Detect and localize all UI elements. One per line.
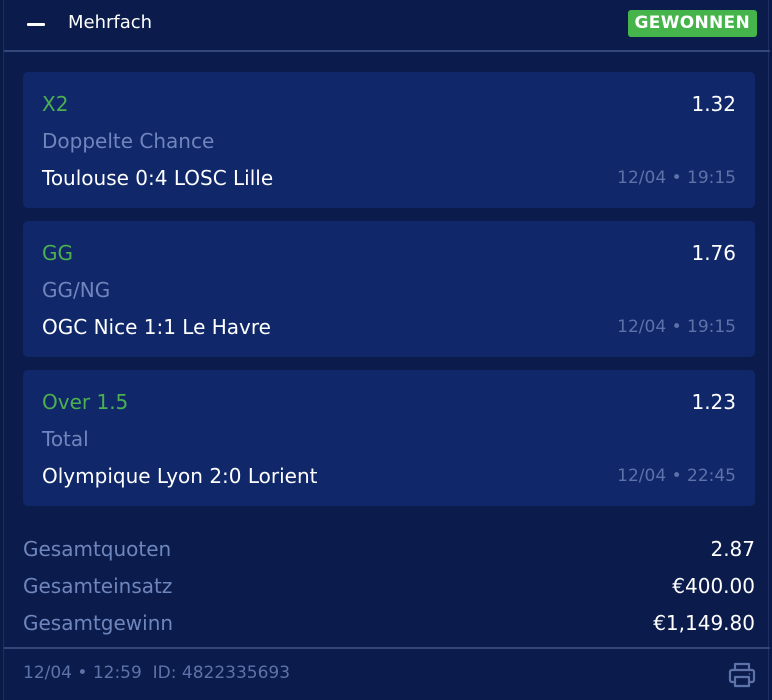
bet-odds: 1.76 [691,241,736,265]
bet-card: X2 1.32 Doppelte Chance Toulouse 0:4 LOS… [23,72,755,208]
total-stake-value: €400.00 [672,574,755,598]
total-stake-label: Gesamteinsatz [23,574,173,598]
status-badge: GEWONNEN [627,10,757,37]
printer-icon[interactable] [727,661,757,689]
bet-type-title: Mehrfach [68,12,153,33]
bet-time: 12/04 • 19:15 [617,317,736,337]
bet-meta: 12/04 • 12:59 ID: 4822335693 [23,662,290,684]
total-win-row: Gesamtgewinn €1,149.80 [4,605,770,642]
bet-selection: Over 1.5 [42,390,129,414]
bet-time: 12/04 • 19:15 [617,168,736,188]
bet-datetime: 12/04 • 12:59 [23,663,142,683]
bet-list: X2 1.32 Doppelte Chance Toulouse 0:4 LOS… [23,72,755,519]
minus-icon[interactable] [22,12,50,36]
bet-card: GG 1.76 GG/NG OGC Nice 1:1 Le Havre 12/0… [23,221,755,357]
bet-event: OGC Nice 1:1 Le Havre [42,315,271,339]
total-odds-row: Gesamtquoten 2.87 [4,531,770,568]
total-odds-value: 2.87 [710,537,755,561]
bet-selection: GG [42,241,73,265]
bet-event: Olympique Lyon 2:0 Lorient [42,464,318,488]
bet-market: GG/NG [42,278,111,302]
bet-odds: 1.32 [691,92,736,116]
bet-selection: X2 [42,92,69,116]
total-win-label: Gesamtgewinn [23,611,174,635]
bet-card: Over 1.5 1.23 Total Olympique Lyon 2:0 L… [23,370,755,506]
bet-event: Toulouse 0:4 LOSC Lille [42,166,274,190]
bet-id: ID: 4822335693 [152,663,291,683]
bet-market: Doppelte Chance [42,129,215,153]
total-stake-row: Gesamteinsatz €400.00 [4,568,770,605]
bet-market: Total [42,427,89,451]
total-win-value: €1,149.80 [653,611,755,635]
bet-slip-panel: Mehrfach GEWONNEN X2 1.32 Doppelte Chanc… [3,0,770,700]
bet-summary: Gesamtquoten 2.87 Gesamteinsatz €400.00 … [4,531,770,642]
bet-time: 12/04 • 22:45 [617,466,736,486]
bet-odds: 1.23 [691,390,736,414]
bet-slip-footer: 12/04 • 12:59 ID: 4822335693 [4,647,770,700]
total-odds-label: Gesamtquoten [23,537,172,561]
bet-slip-header: Mehrfach GEWONNEN [4,0,770,52]
